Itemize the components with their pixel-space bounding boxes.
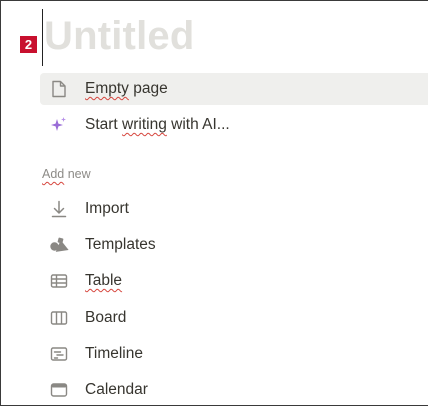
table-option[interactable]: Table (40, 265, 428, 297)
start-writing-with-ai-option[interactable]: Start writing with AI... (40, 109, 428, 141)
text-cursor (42, 9, 43, 66)
calendar-icon (49, 380, 69, 400)
calendar-label: Calendar (85, 381, 148, 398)
table-icon (49, 271, 69, 291)
step-number-badge: 2 (20, 36, 37, 53)
templates-option[interactable]: Templates (40, 229, 428, 261)
editor-frame: 2 Untitled Empty page Start writing with… (0, 0, 428, 406)
board-icon (49, 308, 69, 328)
timeline-icon (49, 344, 69, 364)
table-label: Table (85, 272, 123, 289)
timeline-label: Timeline (85, 345, 143, 362)
timeline-option[interactable]: Timeline (40, 338, 428, 370)
add-new-section-label: Add new (42, 167, 91, 181)
page-icon (49, 79, 69, 99)
import-option[interactable]: Import (40, 193, 428, 225)
ai-sparkle-icon (49, 115, 69, 135)
templates-icon (49, 235, 69, 255)
calendar-option[interactable]: Calendar (40, 374, 428, 405)
page-title-input[interactable]: Untitled (44, 14, 194, 59)
import-icon (49, 199, 69, 219)
empty-page-label: Empty page (85, 80, 168, 97)
empty-page-option[interactable]: Empty page (40, 73, 428, 105)
import-label: Import (85, 200, 129, 217)
board-option[interactable]: Board (40, 302, 428, 334)
board-label: Board (85, 309, 127, 326)
templates-label: Templates (85, 236, 156, 253)
start-writing-with-ai-label: Start writing with AI... (85, 116, 230, 133)
